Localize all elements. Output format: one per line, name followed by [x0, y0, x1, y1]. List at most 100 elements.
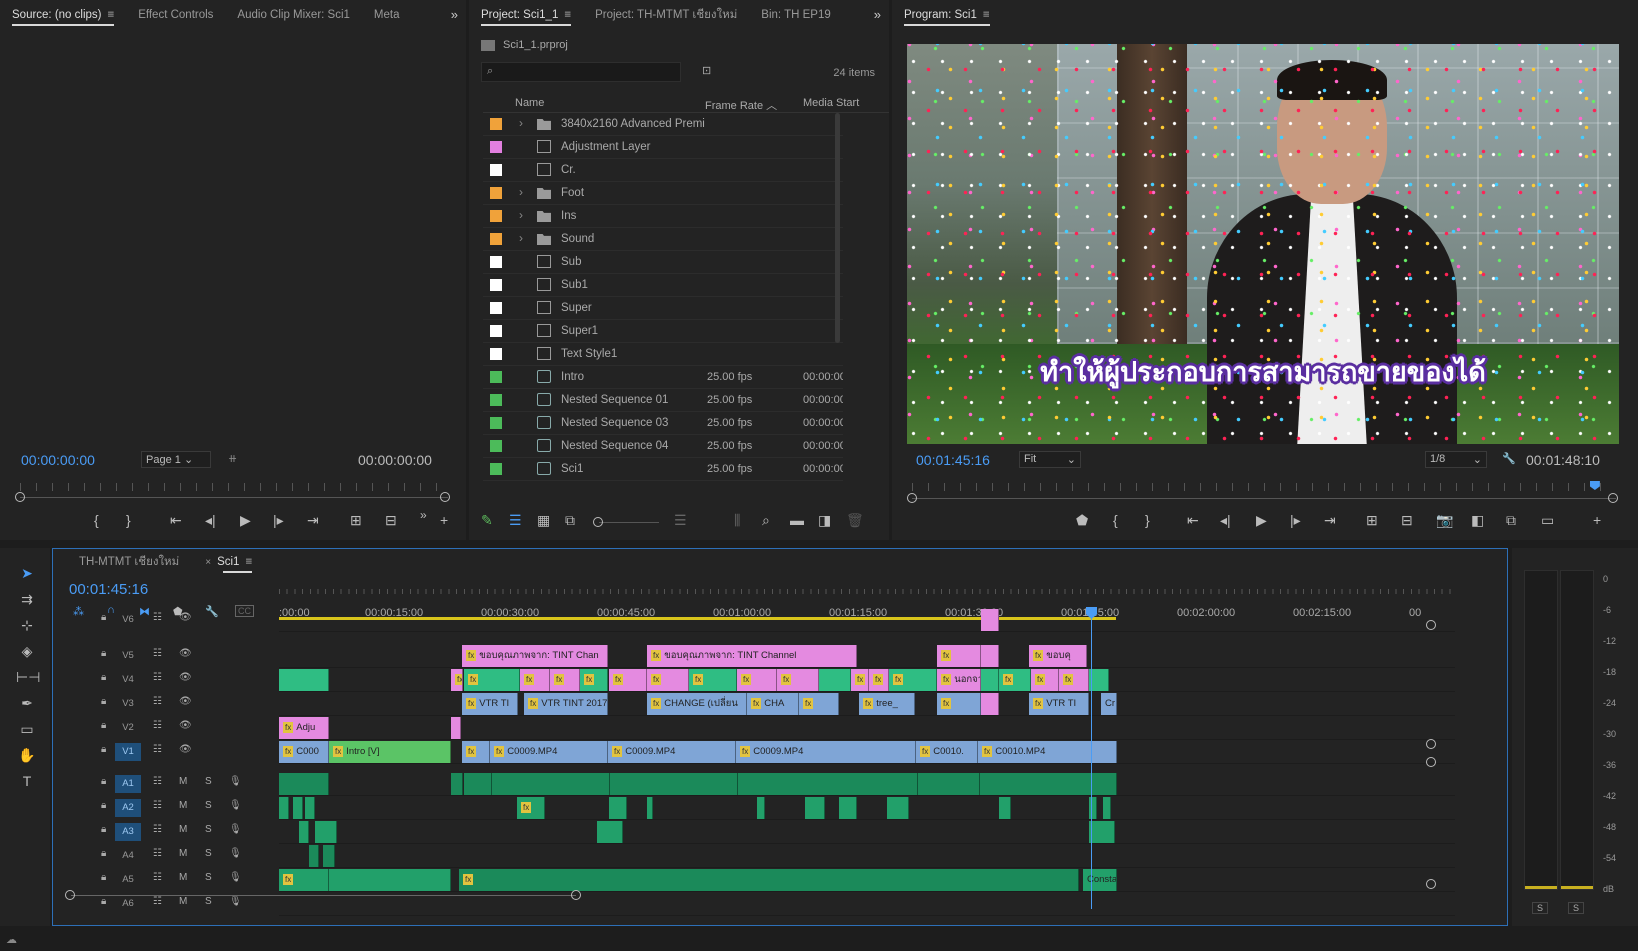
project-item-row[interactable]: Adjustment Layer [483, 136, 843, 159]
hand-tool-icon[interactable]: ✋ [16, 744, 38, 766]
timeline-clip[interactable] [610, 773, 738, 795]
timeline-clip[interactable] [492, 773, 610, 795]
tab-source[interactable]: Source: (no clips) ≡ [0, 0, 126, 30]
go-to-out-icon[interactable]: ⇥ [307, 512, 319, 529]
timeline-clip[interactable] [309, 845, 319, 867]
find-icon[interactable]: ⌕ [762, 512, 770, 529]
timeline-clip[interactable]: fx CHANGE (เปลี่ยน [647, 693, 747, 715]
timeline-clip[interactable] [887, 797, 909, 819]
timeline-clip[interactable] [597, 821, 623, 843]
track-target-v2[interactable]: V2 [115, 719, 141, 737]
timeline-scroll-start-handle[interactable] [65, 890, 75, 900]
wrench-icon[interactable]: 🔧 [1502, 452, 1516, 465]
project-item-row[interactable]: Text Style1 [483, 343, 843, 366]
project-item-row[interactable]: Super1 [483, 320, 843, 343]
track-target-a5[interactable]: A5 [115, 871, 141, 889]
timeline-clip[interactable]: fx [279, 869, 329, 891]
pen-tool-icon[interactable]: ✒ [16, 692, 38, 714]
label-color-swatch[interactable] [490, 141, 502, 153]
mark-out-icon[interactable]: } [126, 512, 131, 528]
track-target-a1[interactable]: A1 [115, 775, 141, 793]
timeline-clip[interactable]: fx ขอบคุณภาพจาก: TINT Chan [462, 645, 608, 667]
insert-icon[interactable]: ⊞ [350, 512, 362, 529]
timeline-clip[interactable] [839, 797, 857, 819]
timeline-clip[interactable] [1103, 797, 1111, 819]
timeline-clip[interactable]: fx [889, 669, 937, 691]
timeline-clip[interactable] [981, 693, 999, 715]
timeline-clip[interactable]: fx [689, 669, 737, 691]
timeline-clip[interactable]: fx ขอบคุ [1029, 645, 1087, 667]
program-timecode[interactable]: 00:01:45:16 [916, 452, 990, 468]
tab-project-th-mtmt[interactable]: Project: TH-MTMT เชียงใหม่ [583, 0, 749, 30]
label-color-swatch[interactable] [490, 325, 502, 337]
timeline-clip[interactable]: fx [869, 669, 889, 691]
slip-tool-icon[interactable]: ⊢⊣ [16, 666, 40, 688]
sync-lock-icon[interactable]: ☷ [153, 800, 162, 811]
timeline-clip[interactable]: fx [799, 693, 839, 715]
razor-tool-icon[interactable]: ◈ [16, 640, 38, 662]
project-item-row[interactable]: › Ins [483, 205, 843, 228]
project-item-row[interactable]: Nested Sequence 04 25.00 fps 00:00:00: [483, 435, 843, 458]
timeline-clip[interactable]: Cr [1101, 693, 1117, 715]
tab-sequence-th-mtmt[interactable]: TH-MTMT เชียงใหม่ [53, 547, 191, 577]
timeline-clip[interactable]: fx Intro [V] [329, 741, 451, 763]
timeline-clip[interactable]: fx C0009.MP4 [608, 741, 736, 763]
play-icon[interactable]: ▶ [240, 512, 251, 529]
program-scroll-end-handle[interactable] [1608, 493, 1618, 503]
project-item-row[interactable]: Intro 25.00 fps 00:00:00: [483, 366, 843, 389]
timeline-clip[interactable] [279, 773, 329, 795]
timeline-clip[interactable]: fx VTR TI [1029, 693, 1089, 715]
timeline-clip[interactable]: fx VTR TI [462, 693, 518, 715]
eye-icon[interactable]: 👁︎ [179, 720, 192, 731]
timeline-clip[interactable]: fx tree_ [859, 693, 915, 715]
track-target-v3[interactable]: V3 [115, 695, 141, 713]
timeline-clip[interactable] [305, 797, 315, 819]
solo-left-button[interactable]: S [1532, 902, 1549, 914]
audio-scroll-handle-bottom[interactable] [1426, 879, 1436, 889]
play-icon[interactable]: ▶ [1256, 512, 1267, 529]
microphone-icon[interactable]: 🎙︎ [229, 872, 242, 883]
overwrite-icon[interactable]: ⊟ [385, 512, 397, 529]
sync-lock-icon[interactable]: ☷ [153, 776, 162, 787]
program-scrollbar[interactable] [912, 498, 1616, 499]
automate-icon[interactable]: ⫼ [734, 512, 740, 529]
label-color-swatch[interactable] [490, 256, 502, 268]
timeline-clip[interactable]: Constan [1083, 869, 1117, 891]
timeline-clip[interactable]: fx Adju [279, 717, 329, 739]
sync-lock-icon[interactable]: ☷ [153, 872, 162, 883]
tab-project-sci1[interactable]: Project: Sci1_1 ≡ [469, 0, 583, 30]
eye-icon[interactable]: 👁︎ [179, 648, 192, 659]
timeline-clip[interactable]: fx C0009.MP4 [736, 741, 916, 763]
eye-icon[interactable]: 👁︎ [179, 744, 192, 755]
label-color-swatch[interactable] [490, 302, 502, 314]
column-name[interactable]: Name [515, 97, 544, 109]
mark-out-icon[interactable]: } [1145, 512, 1150, 528]
new-bin-from-search-icon[interactable]: ⊡ [702, 64, 711, 77]
label-color-swatch[interactable] [490, 279, 502, 291]
timeline-clip[interactable]: fx [937, 645, 981, 667]
menu-icon[interactable]: ≡ [983, 9, 990, 21]
solo-button[interactable]: S [205, 896, 212, 907]
column-frame-rate[interactable]: Frame Rate ︿ [705, 97, 777, 113]
cloud-status-icon[interactable]: ☁ [6, 933, 17, 946]
timeline-clip[interactable]: fx C0009.MP4 [490, 741, 608, 763]
video-scroll-handle-top[interactable] [1426, 620, 1436, 630]
timeline-clip[interactable] [299, 821, 309, 843]
project-item-row[interactable]: › Sound [483, 228, 843, 251]
timeline-clip[interactable] [981, 645, 999, 667]
timeline-clip[interactable] [323, 845, 335, 867]
timeline-clip[interactable]: fx [1059, 669, 1089, 691]
project-item-row[interactable]: › Foot [483, 182, 843, 205]
label-color-swatch[interactable] [490, 417, 502, 429]
timeline-clip[interactable] [805, 797, 825, 819]
lock-icon[interactable]: 🔒︎ [101, 776, 106, 787]
eye-icon[interactable]: 👁︎ [179, 696, 192, 707]
label-color-swatch[interactable] [490, 233, 502, 245]
step-forward-icon[interactable]: |▸ [273, 512, 284, 529]
timeline-clip[interactable] [999, 797, 1011, 819]
project-item-row[interactable]: Super [483, 297, 843, 320]
source-scroll-start-handle[interactable] [15, 492, 25, 502]
expand-arrow-icon[interactable]: › [519, 208, 523, 222]
eye-icon[interactable]: 👁︎ [179, 612, 192, 623]
solo-button[interactable]: S [205, 848, 212, 859]
